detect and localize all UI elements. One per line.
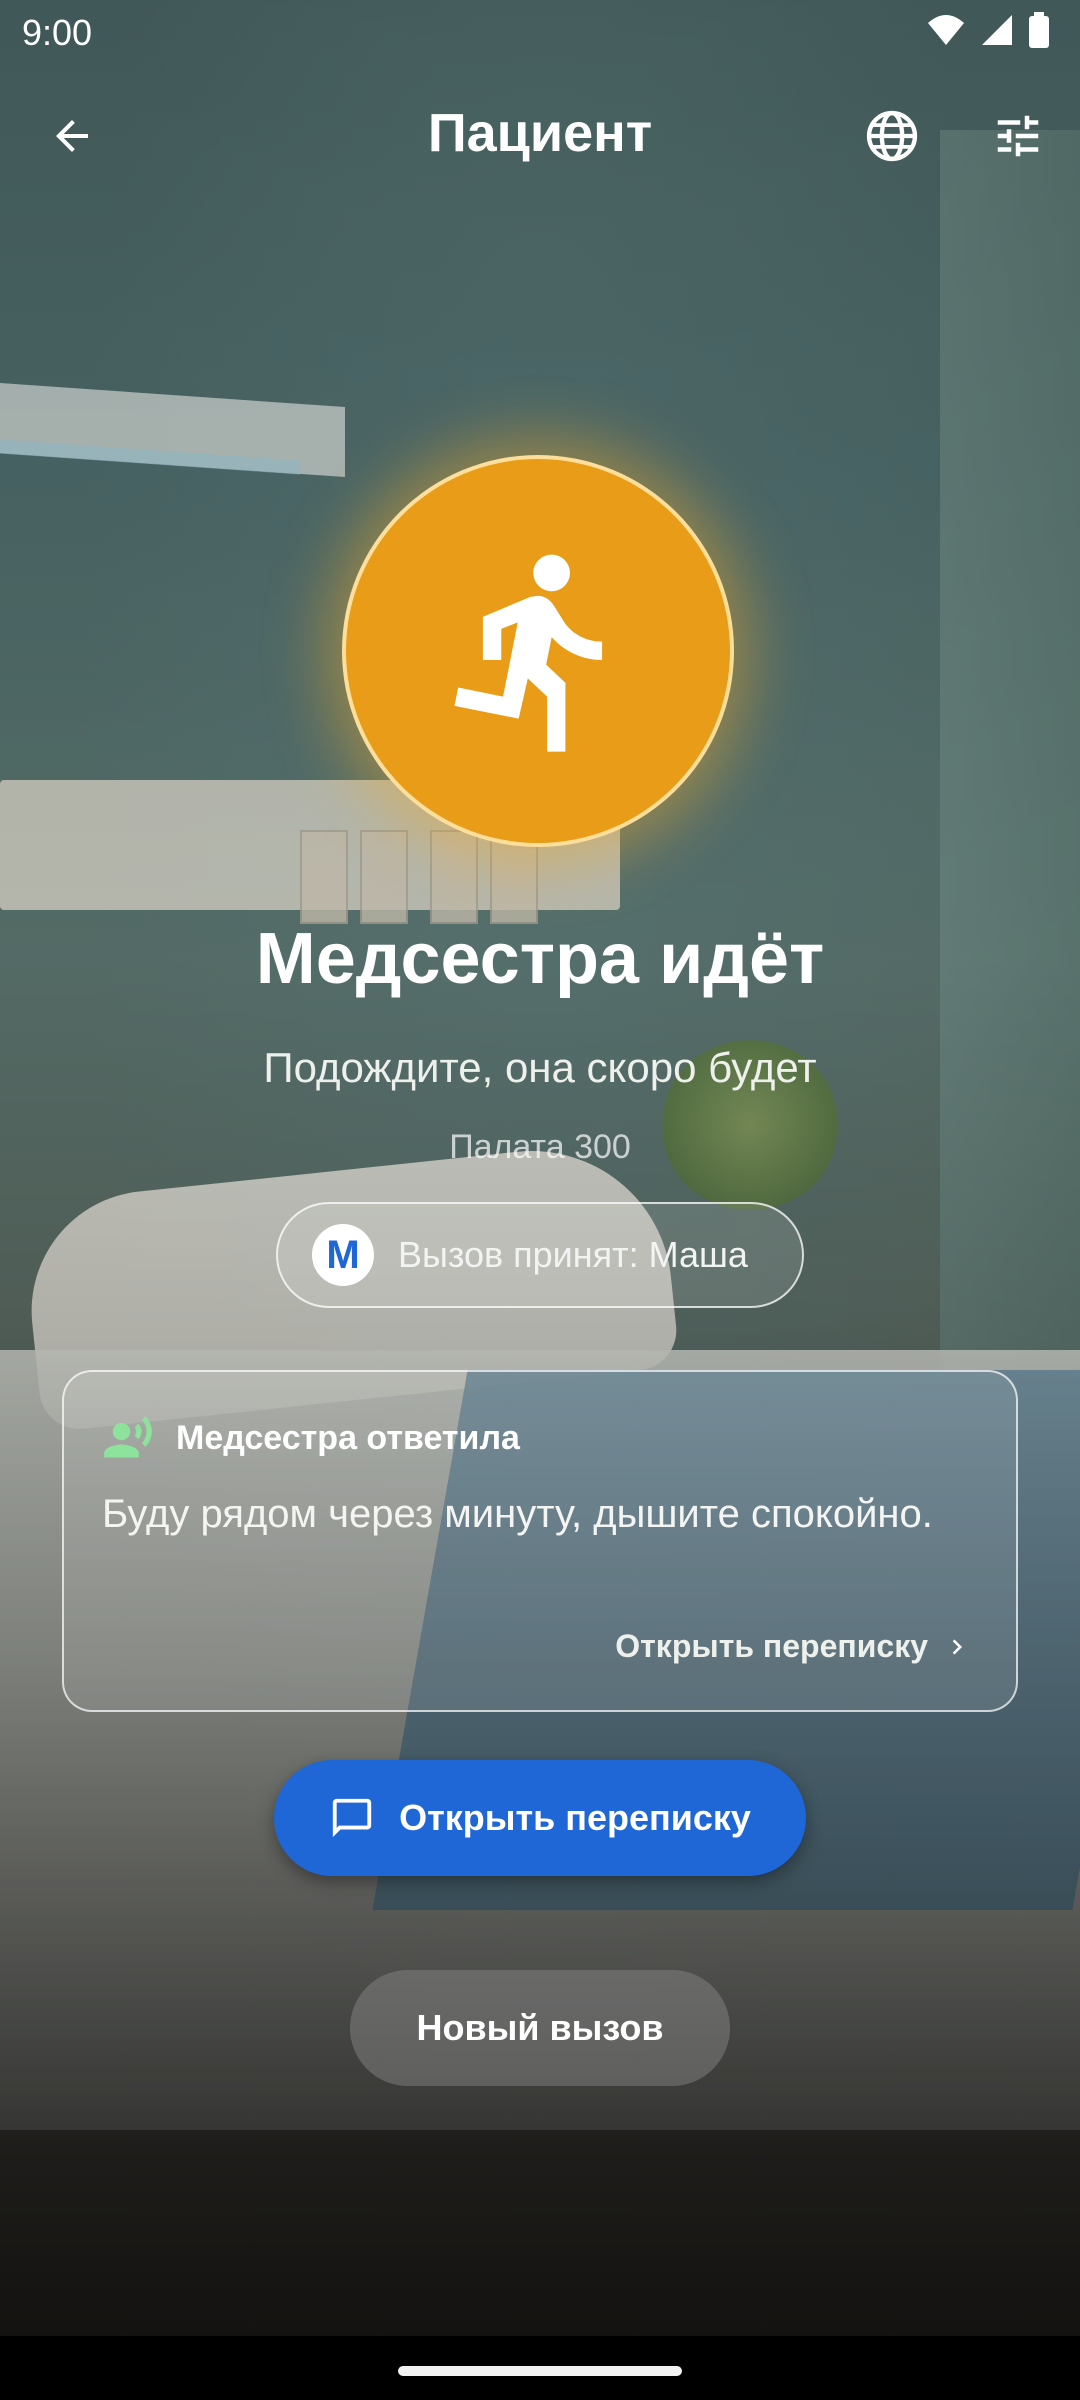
signal-icon bbox=[982, 15, 1012, 45]
status-time: 9:00 bbox=[22, 12, 93, 53]
nurse-reply-card: Медсестра ответила Буду рядом через мину… bbox=[62, 1370, 1018, 1712]
open-chat-link[interactable]: Открыть переписку bbox=[615, 1628, 972, 1665]
status-icons bbox=[926, 12, 1050, 48]
settings-button[interactable] bbox=[978, 96, 1058, 176]
open-chat-button[interactable]: Открыть переписку bbox=[274, 1760, 806, 1876]
status-indicator bbox=[342, 455, 734, 847]
globe-icon bbox=[866, 110, 918, 162]
record-voice-icon bbox=[104, 1416, 152, 1458]
open-chat-button-label: Открыть переписку bbox=[399, 1797, 751, 1838]
chat-bubble-icon bbox=[332, 1798, 372, 1838]
tune-icon bbox=[997, 115, 1039, 157]
app-bar: Пациент bbox=[0, 90, 1080, 182]
new-call-button[interactable]: Новый вызов bbox=[350, 1970, 730, 2086]
call-accepted-badge: М Вызов принят: Маша bbox=[276, 1202, 804, 1308]
running-person-icon bbox=[454, 554, 603, 752]
reply-header: Медсестра ответила bbox=[102, 1412, 520, 1464]
wifi-icon bbox=[928, 15, 964, 45]
new-call-button-label: Новый вызов bbox=[416, 2007, 664, 2048]
reply-message: Буду рядом через минуту, дышите спокойно… bbox=[102, 1492, 933, 1536]
language-button[interactable] bbox=[852, 96, 932, 176]
open-chat-link-label: Открыть переписку bbox=[615, 1628, 928, 1664]
battery-icon bbox=[1029, 12, 1049, 48]
home-indicator[interactable] bbox=[398, 2366, 682, 2376]
status-headline: Медсестра идёт bbox=[255, 919, 825, 999]
status-bar: 9:00 bbox=[0, 0, 1080, 64]
chevron-right-icon bbox=[952, 1639, 962, 1654]
reply-title: Медсестра ответила bbox=[176, 1418, 520, 1457]
nurse-avatar: М bbox=[312, 1224, 374, 1286]
room-label: Палата 300 bbox=[449, 1128, 631, 1166]
status-subline: Подождите, она скоро будет bbox=[263, 1044, 817, 1091]
call-accepted-text: Вызов принят: Маша bbox=[398, 1234, 748, 1275]
